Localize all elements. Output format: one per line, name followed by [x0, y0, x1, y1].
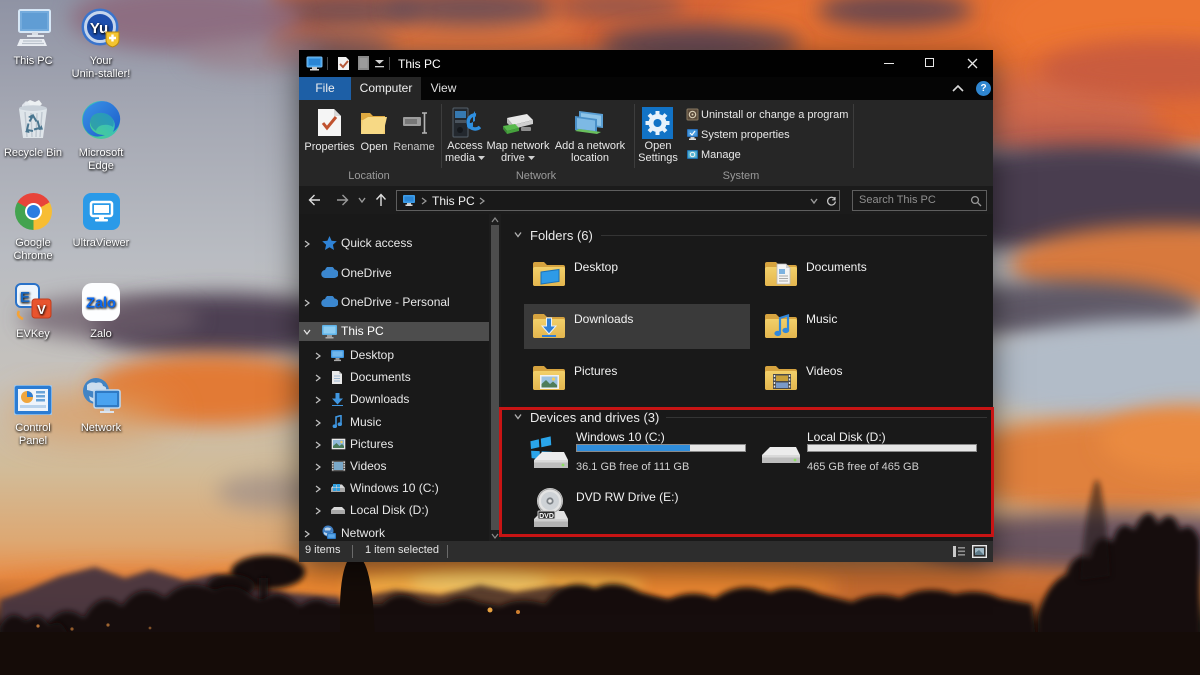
svg-text:E: E: [20, 289, 30, 306]
svg-text:V: V: [37, 302, 46, 317]
svg-text:Yu: Yu: [90, 20, 108, 37]
svg-text:Zalo: Zalo: [86, 296, 116, 312]
